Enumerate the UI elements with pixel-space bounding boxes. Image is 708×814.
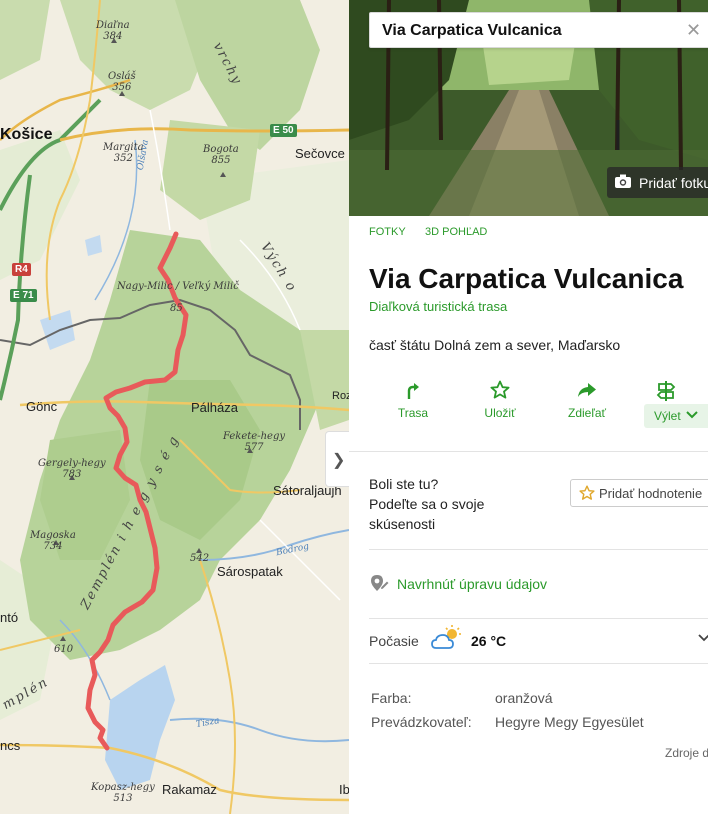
review-prompt: Boli ste tu? Podeľte sa o svoje skúsenos… bbox=[369, 476, 485, 532]
signpost-icon bbox=[656, 381, 676, 401]
town-rakamaz: Rakamaz bbox=[162, 782, 217, 797]
town-secovce: Sečovce bbox=[295, 146, 345, 161]
chevron-right-icon: ❯ bbox=[332, 452, 346, 469]
suggest-edit-link[interactable]: Navrhnúť úpravu údajov bbox=[369, 573, 547, 598]
trip-label: Výlet bbox=[654, 409, 681, 423]
route-arrow-icon bbox=[407, 383, 419, 399]
peak-label: Diaľna 384 bbox=[96, 20, 130, 42]
sources-link[interactable]: Zdroje d bbox=[665, 746, 708, 760]
partly-cloudy-icon bbox=[431, 625, 461, 649]
add-review-label: Pridať hodnotenie bbox=[599, 486, 703, 501]
divider bbox=[369, 618, 708, 619]
road-e50-badge: E 50 bbox=[270, 124, 297, 137]
peak-label: Magoska 734 bbox=[30, 530, 76, 552]
peak-label: Kopasz-hegy 513 bbox=[91, 782, 155, 804]
share-arrow-icon bbox=[578, 383, 596, 397]
property-value-color: oranžová bbox=[495, 690, 553, 706]
place-category[interactable]: Diaľková turistická trasa bbox=[369, 299, 507, 314]
peak-label: 610 bbox=[54, 644, 74, 655]
divider bbox=[349, 451, 708, 452]
detail-panel: Pridať fotku Via Carpatica Vulcanica ✕ F… bbox=[349, 0, 708, 814]
town-tokaj-partial: ntó bbox=[0, 610, 19, 625]
weather-label: Počasie bbox=[369, 633, 419, 649]
peak-label: Bogota 855 bbox=[203, 144, 239, 166]
town-palhaza: Pálháza bbox=[191, 400, 238, 415]
divider bbox=[369, 663, 708, 664]
town-encs-partial: ncs bbox=[0, 738, 21, 753]
peak-label: Osláš 356 bbox=[108, 71, 136, 93]
town-partial: Roz bbox=[332, 390, 349, 402]
trip-action[interactable] bbox=[638, 380, 708, 402]
search-box[interactable]: Via Carpatica Vulcanica ✕ bbox=[369, 12, 708, 48]
peak-label: Gergely-hegy 783 bbox=[38, 458, 106, 480]
town-nagy-milic: Nagy-Milic / Veľký Milič bbox=[117, 281, 239, 292]
suggest-edit-label: Navrhnúť úpravu údajov bbox=[397, 576, 548, 592]
share-label: Zdieľať bbox=[567, 406, 606, 420]
edit-pin-icon bbox=[371, 575, 390, 591]
star-outline-icon bbox=[579, 485, 595, 500]
map-view[interactable]: R4 E 71 E 50 Diaľna 384 Osláš 356 Margita 3… bbox=[0, 0, 349, 814]
town-partial: Ib bbox=[339, 782, 349, 797]
route-button[interactable]: Trasa bbox=[373, 380, 453, 420]
town-sarospatak: Sárospatak bbox=[217, 564, 283, 579]
chevron-down-icon[interactable] bbox=[698, 633, 708, 643]
peak-label: 85 bbox=[170, 303, 183, 314]
property-value-operator: Hegyre Megy Egyesület bbox=[495, 714, 644, 730]
add-photo-button[interactable]: Pridať fotku bbox=[607, 167, 708, 198]
save-label: Uložiť bbox=[484, 406, 516, 420]
weather-temperature: 26 °C bbox=[471, 633, 507, 649]
star-icon bbox=[490, 380, 510, 399]
place-location: časť štátu Dolná zem a sever, Maďarsko bbox=[369, 337, 621, 353]
add-photo-label: Pridať fotku bbox=[639, 175, 708, 191]
road-e71-badge: E 71 bbox=[10, 289, 37, 302]
town-kosice: Košice bbox=[0, 126, 53, 143]
share-button[interactable]: Zdieľať bbox=[547, 380, 627, 420]
collapse-panel-button[interactable]: ❯ bbox=[325, 431, 349, 487]
tab-3d-view[interactable]: 3D POHĽAD bbox=[425, 226, 487, 238]
trip-dropdown-button[interactable]: Výlet bbox=[644, 404, 708, 428]
route-label: Trasa bbox=[397, 406, 429, 420]
divider bbox=[369, 549, 708, 550]
place-title: Via Carpatica Vulcanica bbox=[369, 263, 684, 294]
camera-icon bbox=[615, 174, 631, 188]
peak-label: 542 bbox=[190, 553, 210, 564]
road-r4-badge: R4 bbox=[12, 263, 31, 276]
save-button[interactable]: Uložiť bbox=[460, 380, 540, 420]
add-review-button[interactable]: Pridať hodnotenie bbox=[570, 479, 708, 507]
search-input[interactable]: Via Carpatica Vulcanica bbox=[382, 22, 562, 40]
town-goncz: Gönc bbox=[26, 399, 58, 414]
close-icon[interactable]: ✕ bbox=[686, 20, 701, 41]
property-key-color: Farba: bbox=[371, 690, 412, 706]
peak-label: Fekete-hegy 577 bbox=[223, 431, 286, 453]
chevron-down-icon bbox=[686, 411, 698, 419]
tab-photos[interactable]: FOTKY bbox=[369, 226, 406, 238]
property-key-operator: Prevádzkovateľ: bbox=[371, 714, 472, 730]
